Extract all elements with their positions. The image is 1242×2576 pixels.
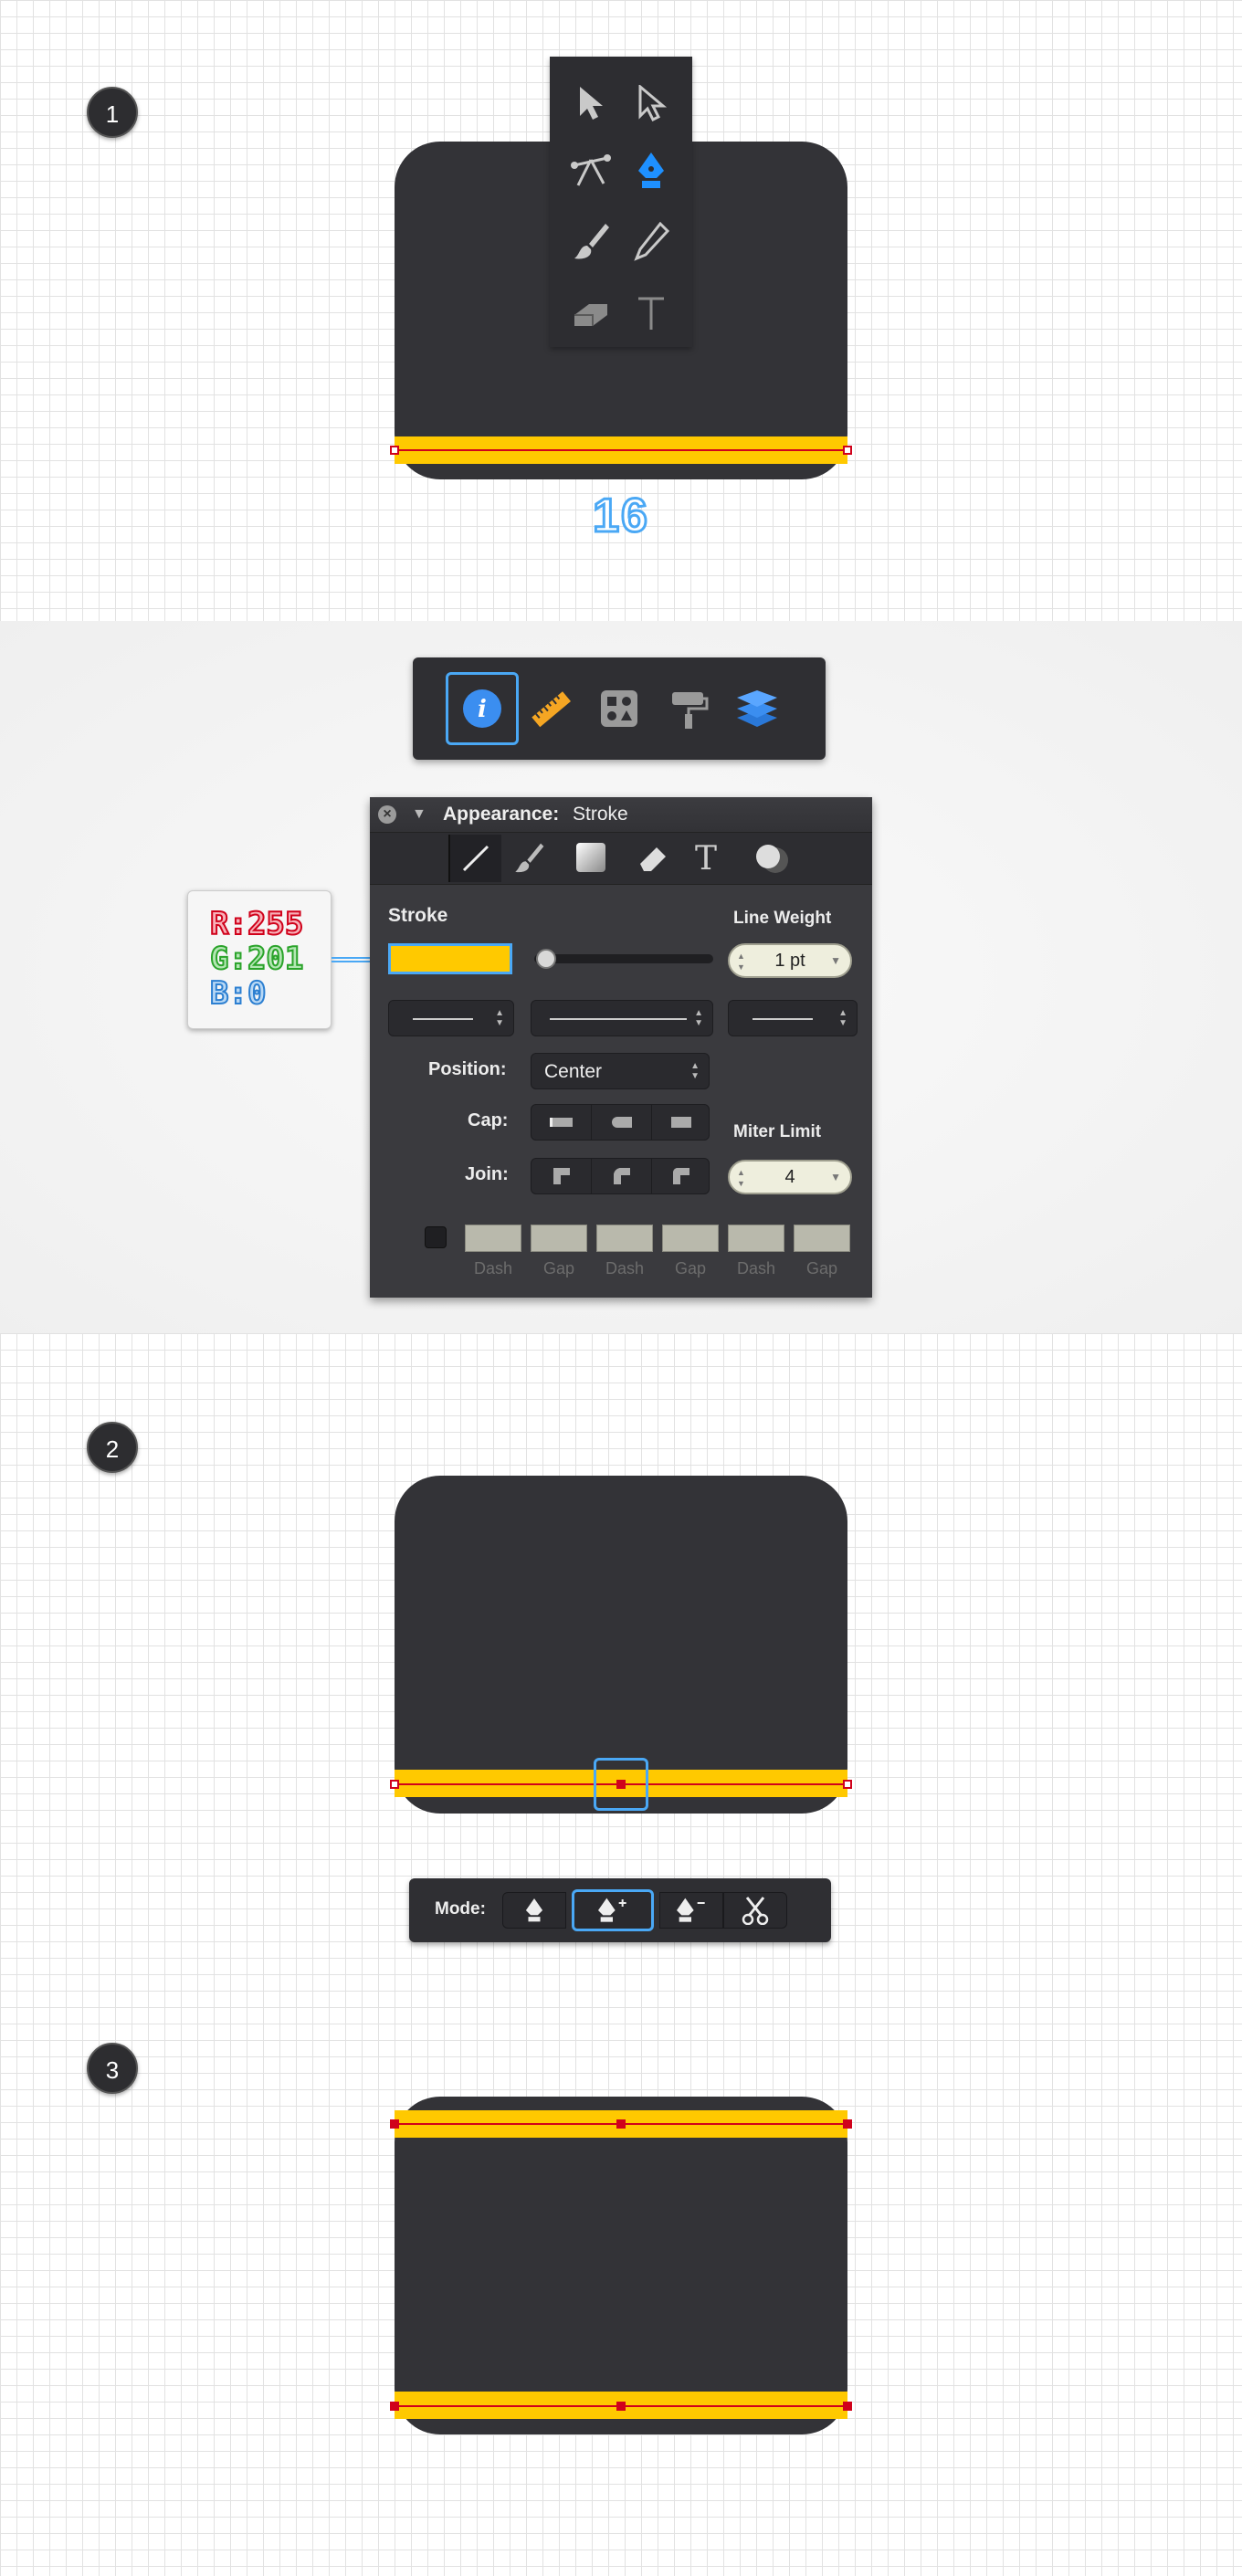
stepper-arrows-icon: ▲ ▼ xyxy=(737,1168,745,1188)
cap-label: Cap: xyxy=(468,1110,509,1130)
mode-label: Mode: xyxy=(435,1899,486,1919)
paint-roller-icon[interactable] xyxy=(652,672,725,745)
miter-limit-field[interactable]: 4 ▲ ▼ ▼ xyxy=(728,1160,852,1194)
pen-icon[interactable] xyxy=(628,148,674,194)
dash-field-1[interactable] xyxy=(465,1225,521,1252)
join-bevel-icon[interactable] xyxy=(652,1159,710,1193)
dash-label: Dash xyxy=(736,1259,776,1277)
text-icon[interactable]: T xyxy=(695,840,717,878)
pencil-icon[interactable] xyxy=(628,219,674,265)
eraser-icon[interactable] xyxy=(568,290,614,336)
dash-checkbox[interactable] xyxy=(425,1226,447,1248)
line-weight-slider-thumb[interactable] xyxy=(536,949,556,969)
chevron-down-icon: ▼ xyxy=(830,954,841,967)
step-badge-1: 1 xyxy=(87,87,138,138)
position-dropdown[interactable]: Center ▲ ▼ xyxy=(531,1053,710,1089)
ruler-icon[interactable] xyxy=(514,672,587,745)
mode-scissors-button[interactable] xyxy=(723,1892,787,1929)
added-point-highlight xyxy=(594,1758,648,1811)
cap-butt-icon[interactable] xyxy=(532,1105,592,1140)
anchor-point-bottom-right[interactable] xyxy=(843,2402,852,2411)
anchor-point-bottom-left[interactable] xyxy=(390,2402,399,2411)
shadow-icon[interactable] xyxy=(753,842,790,879)
join-round-icon[interactable] xyxy=(592,1159,652,1193)
miter-limit-value: 4 xyxy=(784,1167,795,1187)
line-weight-field[interactable]: 1 pt ▲ ▼ ▼ xyxy=(728,943,852,978)
stroke-style-dropdown-1[interactable]: ▲ ▼ xyxy=(388,1000,514,1036)
inspector-tab-bar: i xyxy=(413,657,826,760)
dash-field-3[interactable] xyxy=(728,1225,784,1252)
info-icon[interactable]: i xyxy=(446,672,519,745)
dash-label: Dash xyxy=(605,1259,645,1277)
anchor-point-top-left[interactable] xyxy=(390,2119,399,2129)
direct-selection-icon[interactable] xyxy=(628,80,674,126)
cap-round-icon[interactable] xyxy=(592,1105,652,1140)
line-icon[interactable] xyxy=(448,835,501,882)
text-icon[interactable] xyxy=(628,290,674,336)
brush-icon[interactable] xyxy=(568,219,614,265)
anchor-point-bottom-middle[interactable] xyxy=(616,2402,626,2411)
toolbox xyxy=(550,57,692,347)
anchor-point-left[interactable] xyxy=(390,1780,399,1789)
anchor-point-right[interactable] xyxy=(843,446,852,455)
stroke-style-dropdown-2[interactable]: ▲ ▼ xyxy=(531,1000,713,1036)
position-label: Position: xyxy=(428,1059,507,1079)
appearance-tool-row: T xyxy=(370,833,872,885)
gap-field-1[interactable] xyxy=(531,1225,587,1252)
line-weight-label: Line Weight xyxy=(733,909,832,928)
mode-pen-button[interactable] xyxy=(502,1892,566,1929)
gap-field-2[interactable] xyxy=(662,1225,719,1252)
mode-add-anchor-button[interactable] xyxy=(572,1889,654,1931)
gap-label: Gap xyxy=(805,1259,838,1277)
cap-square-icon[interactable] xyxy=(652,1105,710,1140)
dash-field-2[interactable] xyxy=(596,1225,653,1252)
rgb-green-value: G:201 xyxy=(209,941,304,977)
fill-icon[interactable] xyxy=(576,843,605,872)
line-weight-slider-track[interactable] xyxy=(534,954,713,963)
gap-label: Gap xyxy=(542,1259,575,1277)
selected-path-line xyxy=(395,449,847,451)
anchor-point-top-middle[interactable] xyxy=(616,2119,626,2129)
step-number-label: 16 xyxy=(592,489,649,544)
step-badge-3: 3 xyxy=(87,2043,138,2094)
panel-title-label: Appearance: xyxy=(443,804,560,825)
anchor-point-right[interactable] xyxy=(843,1780,852,1789)
shapes-icon[interactable] xyxy=(583,672,656,745)
svg-text:i: i xyxy=(478,696,487,723)
rgb-blue-value: B:0 xyxy=(209,975,267,1012)
bezigon-icon[interactable] xyxy=(568,148,614,194)
line-weight-value: 1 pt xyxy=(774,951,805,971)
gap-field-3[interactable] xyxy=(794,1225,850,1252)
position-value: Center xyxy=(544,1061,603,1082)
join-segmented-control xyxy=(531,1158,710,1194)
stroke-style-dropdown-3[interactable]: ▲ ▼ xyxy=(728,1000,858,1036)
rgb-callout: R:255 G:201 B:0 xyxy=(187,890,332,1029)
eraser-icon[interactable] xyxy=(637,842,669,879)
collapse-triangle-icon[interactable]: ▼ xyxy=(412,797,426,832)
stepper-arrows-icon: ▲ ▼ xyxy=(737,952,745,972)
close-icon[interactable]: × xyxy=(378,805,396,824)
step-badge-2: 2 xyxy=(87,1422,138,1473)
app-icon-shape-step3 xyxy=(395,2097,847,2434)
panel-title-bar: × ▼ Appearance: Stroke xyxy=(370,797,872,833)
selection-arrow-icon[interactable] xyxy=(568,80,614,126)
miter-limit-label: Miter Limit xyxy=(733,1122,822,1141)
stroke-label: Stroke xyxy=(388,905,448,926)
layers-icon[interactable] xyxy=(721,672,794,745)
anchor-point-left[interactable] xyxy=(390,446,399,455)
dash-label: Dash xyxy=(473,1259,513,1277)
cap-segmented-control xyxy=(531,1104,710,1141)
brush-icon[interactable] xyxy=(512,842,545,879)
stroke-color-well[interactable] xyxy=(388,943,512,974)
pen-mode-toolbar: Mode: xyxy=(409,1878,831,1942)
anchor-point-top-right[interactable] xyxy=(843,2119,852,2129)
join-miter-icon[interactable] xyxy=(532,1159,592,1193)
panel-title-value: Stroke xyxy=(573,804,628,825)
chevron-down-icon: ▼ xyxy=(830,1171,841,1183)
gap-label: Gap xyxy=(674,1259,707,1277)
join-label: Join: xyxy=(465,1164,509,1184)
rgb-red-value: R:255 xyxy=(209,906,304,942)
appearance-panel: × ▼ Appearance: Stroke T Stroke Line Wei… xyxy=(370,797,872,1298)
mode-remove-anchor-button[interactable] xyxy=(659,1892,723,1929)
